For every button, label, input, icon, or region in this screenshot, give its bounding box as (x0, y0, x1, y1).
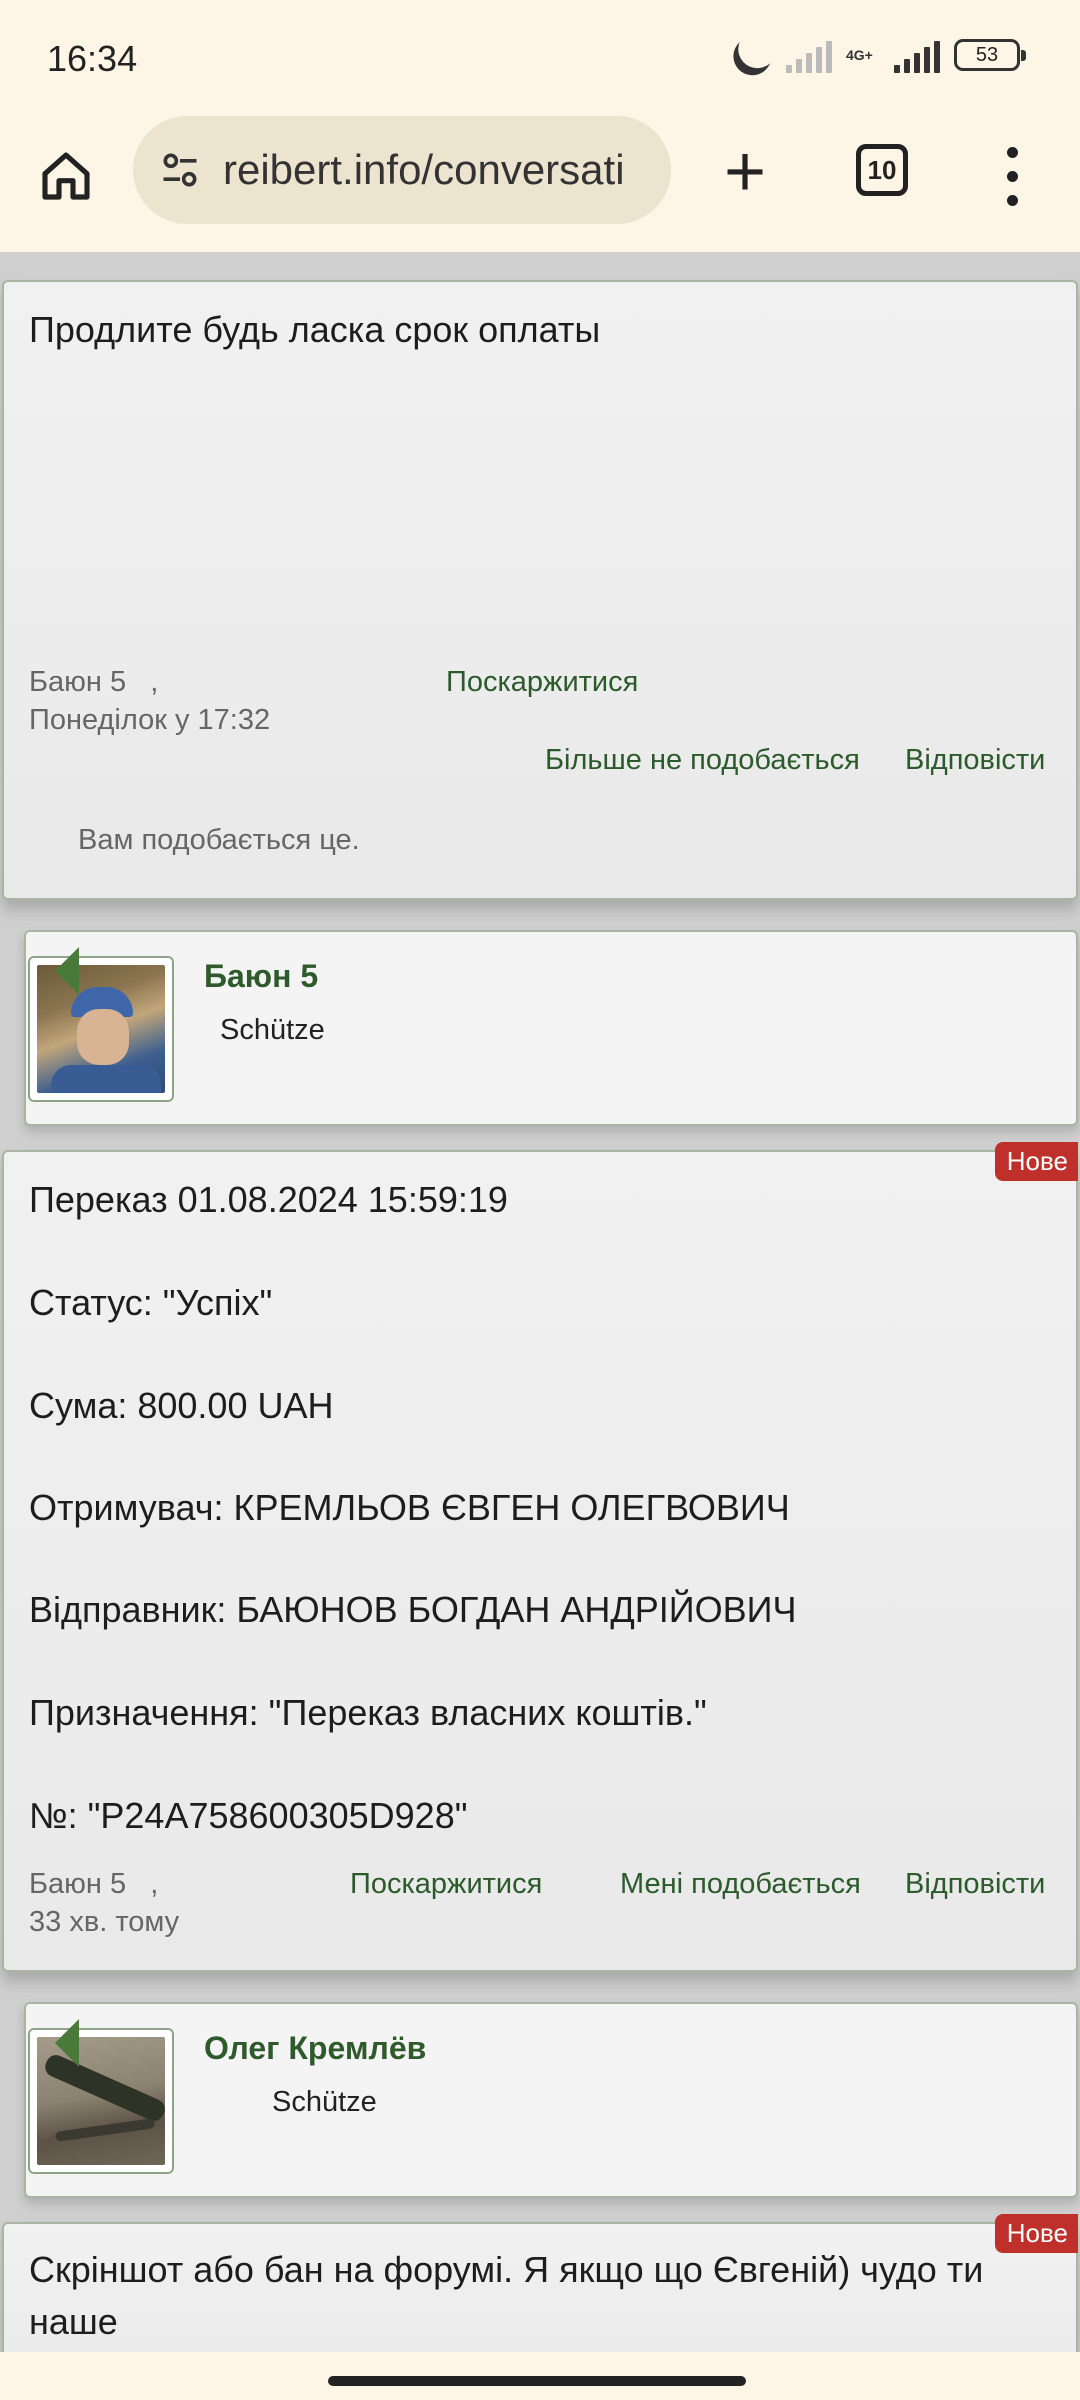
reply-link[interactable]: Відповісти (905, 744, 1045, 777)
home-icon[interactable] (30, 140, 102, 212)
reply-link[interactable]: Відповісти (905, 1868, 1045, 1901)
message-text: наше (29, 2301, 118, 2342)
avatar-image (37, 965, 165, 1093)
message-text: Статус: "Успіх" (29, 1282, 273, 1323)
unlike-link[interactable]: Більше не подобається (545, 744, 860, 777)
message-text: Сума: 800.00 UAH (29, 1385, 334, 1426)
message-author[interactable]: Баюн 5 , (29, 666, 158, 699)
tabs-icon[interactable]: 10 (856, 144, 908, 196)
message-text: Скріншот або бан на форумі. Я якщо що Єв… (29, 2249, 984, 2290)
signal-icon (894, 37, 940, 73)
network-type: 4G+ (846, 47, 873, 63)
message-time[interactable]: Понеділок у 17:32 (29, 704, 270, 737)
conversation-page: Продлите будь ласка срок оплаты Баюн 5 ,… (0, 252, 1080, 2352)
message-text: Переказ 01.08.2024 15:59:19 (29, 1179, 508, 1220)
plus-icon[interactable]: + (705, 132, 785, 212)
message-text: Отримувач: КРЕМЛЬОВ ЄВГЕН ОЛЕГВОВИЧ (29, 1487, 790, 1528)
like-link[interactable]: Мені подобається (620, 1868, 861, 1901)
message: Нове Переказ 01.08.2024 15:59:19 Статус:… (2, 1142, 1078, 1972)
status-time: 16:34 (47, 38, 138, 79)
liked-note: Вам подобається це. (78, 824, 360, 856)
battery-icon: 53 (954, 39, 1026, 71)
address-bar[interactable]: reibert.info/conversati (133, 116, 671, 224)
new-badge: Нове (994, 1142, 1078, 1181)
message: Нове Скріншот або бан на форумі. Я якщо … (2, 2214, 1078, 2352)
avatar[interactable] (28, 2028, 174, 2174)
message-text: Призначення: "Переказ власних коштів." (29, 1692, 707, 1733)
moon-icon (733, 25, 782, 74)
message-text: Відправник: БАЮНОВ БОГДАН АНДРІЙОВИЧ (29, 1589, 797, 1630)
gesture-nav-bar (0, 2352, 1080, 2400)
url-text[interactable]: reibert.info/conversati (223, 146, 625, 194)
message-text: №: "P24A758600305D928" (29, 1795, 468, 1836)
message: Продлите будь ласка срок оплаты Баюн 5 ,… (2, 280, 1078, 900)
more-vert-icon[interactable] (990, 140, 1034, 212)
message-author[interactable]: Баюн 5 , (29, 1868, 158, 1901)
avatar[interactable] (28, 956, 174, 1102)
new-badge: Нове (994, 2214, 1078, 2253)
report-link[interactable]: Поскаржитися (446, 666, 638, 699)
status-bar: 16:34 4G+ 53 (0, 0, 1080, 112)
user-card: Олег Кремлёв Schütze (24, 2002, 1078, 2198)
message-text: Продлите будь ласка срок оплаты (29, 309, 601, 350)
user-card: Баюн 5 Schütze (24, 930, 1078, 1126)
status-icons: 4G+ 53 (734, 36, 1026, 74)
signal-icon (786, 37, 832, 73)
tab-count: 10 (867, 154, 897, 185)
avatar-image (37, 2037, 165, 2165)
gesture-handle[interactable] (328, 2376, 746, 2386)
report-link[interactable]: Поскаржитися (350, 1868, 542, 1901)
user-rank: Schütze (220, 1014, 325, 1046)
username-link[interactable]: Баюн 5 (204, 958, 318, 995)
browser-toolbar: reibert.info/conversati + 10 (0, 112, 1080, 252)
battery-level: 53 (975, 43, 999, 66)
user-rank: Schütze (272, 2086, 377, 2118)
site-settings-icon[interactable] (157, 147, 203, 193)
username-link[interactable]: Олег Кремлёв (204, 2030, 426, 2067)
message-time[interactable]: 33 хв. тому (29, 1906, 179, 1939)
